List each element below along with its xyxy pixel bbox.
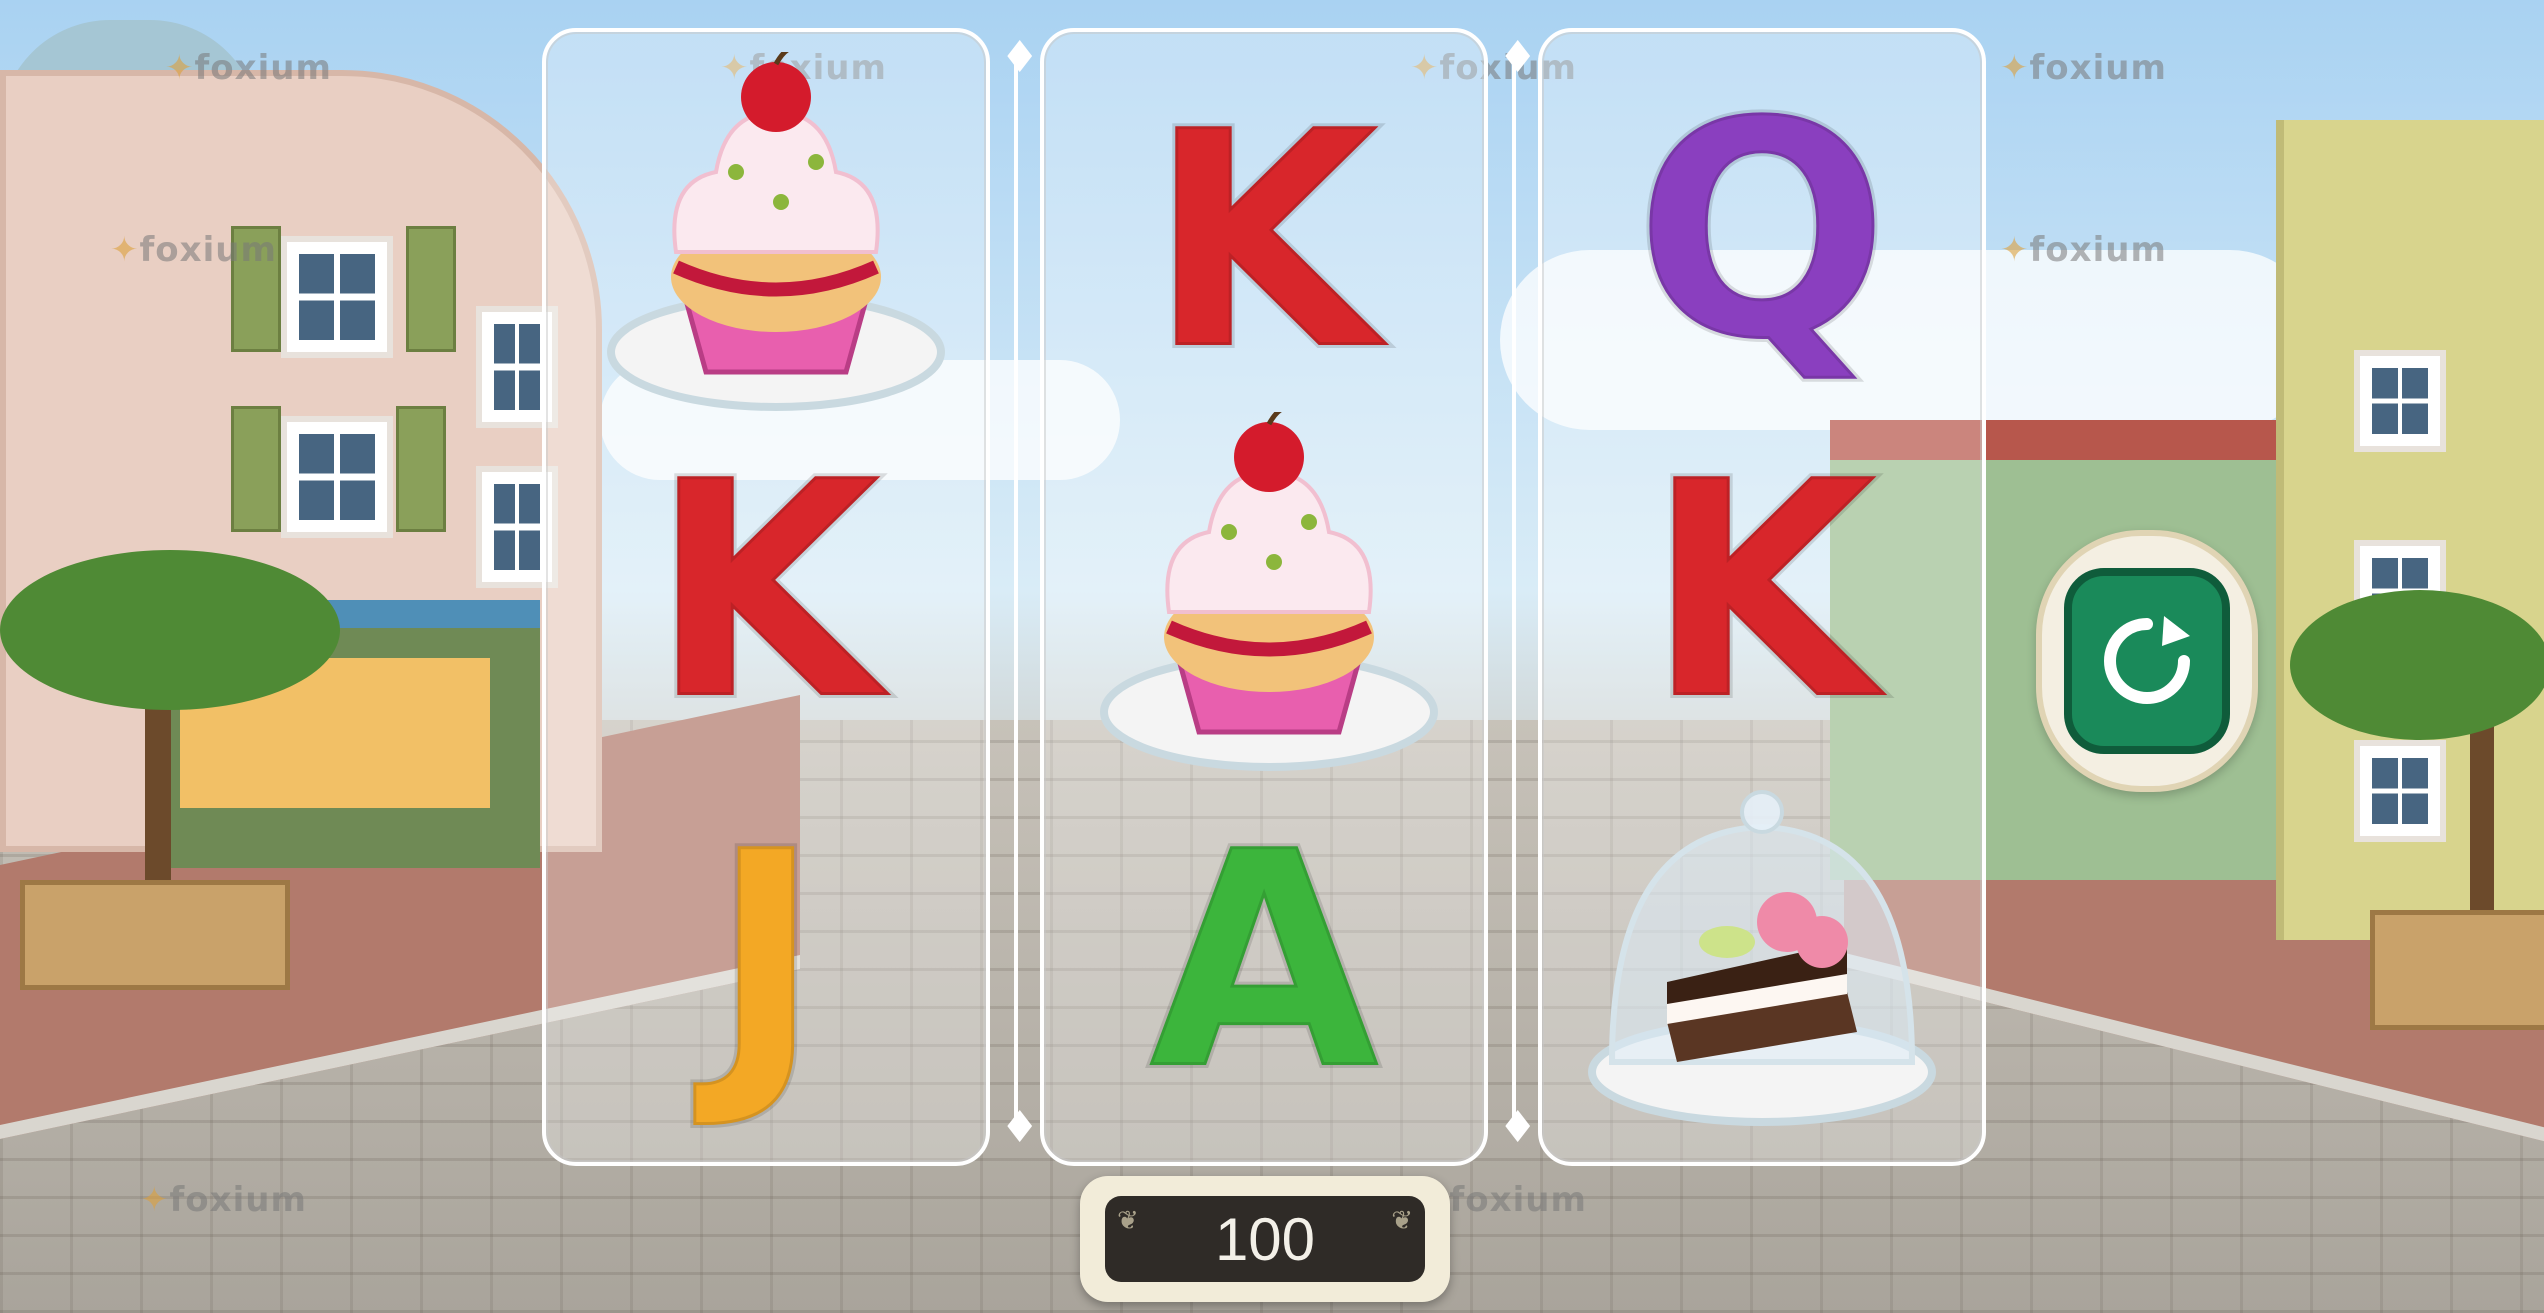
A-symbol: A: [1145, 787, 1383, 1136]
leaf-ornament-icon: ❦: [1391, 1206, 1413, 1236]
reel-1: K J: [542, 28, 990, 1166]
J-symbol: J: [707, 787, 825, 1136]
watermark: foxium: [165, 48, 332, 88]
K-symbol: K: [1643, 417, 1881, 766]
K-symbol: K: [1145, 67, 1383, 416]
watermark: foxium: [110, 230, 277, 270]
watermark: foxium: [2000, 230, 2167, 270]
K-symbol: K: [647, 417, 885, 766]
reel-3: Q K: [1538, 28, 1986, 1166]
bet-value: 100: [1214, 1205, 1316, 1273]
reel-separator: ♦ ♦: [1498, 32, 1538, 1153]
watermark: foxium: [2000, 48, 2167, 88]
cake-dome-symbol: [1587, 772, 1936, 1126]
cupcake-symbol: [606, 45, 945, 411]
spin-button[interactable]: [2036, 530, 2258, 792]
reel-2: K A: [1040, 28, 1488, 1166]
watermark: foxium: [140, 1180, 307, 1220]
Q-symbol: Q: [1631, 57, 1892, 406]
building-right: [2276, 120, 2544, 940]
reel-separator: ♦ ♦: [1000, 32, 1040, 1153]
leaf-ornament-icon: ❦: [1117, 1206, 1139, 1236]
bet-display: ❦ 100 ❦: [1080, 1176, 1450, 1302]
cupcake-symbol: [1099, 405, 1438, 771]
refresh-arrow-icon: [2104, 616, 2190, 704]
